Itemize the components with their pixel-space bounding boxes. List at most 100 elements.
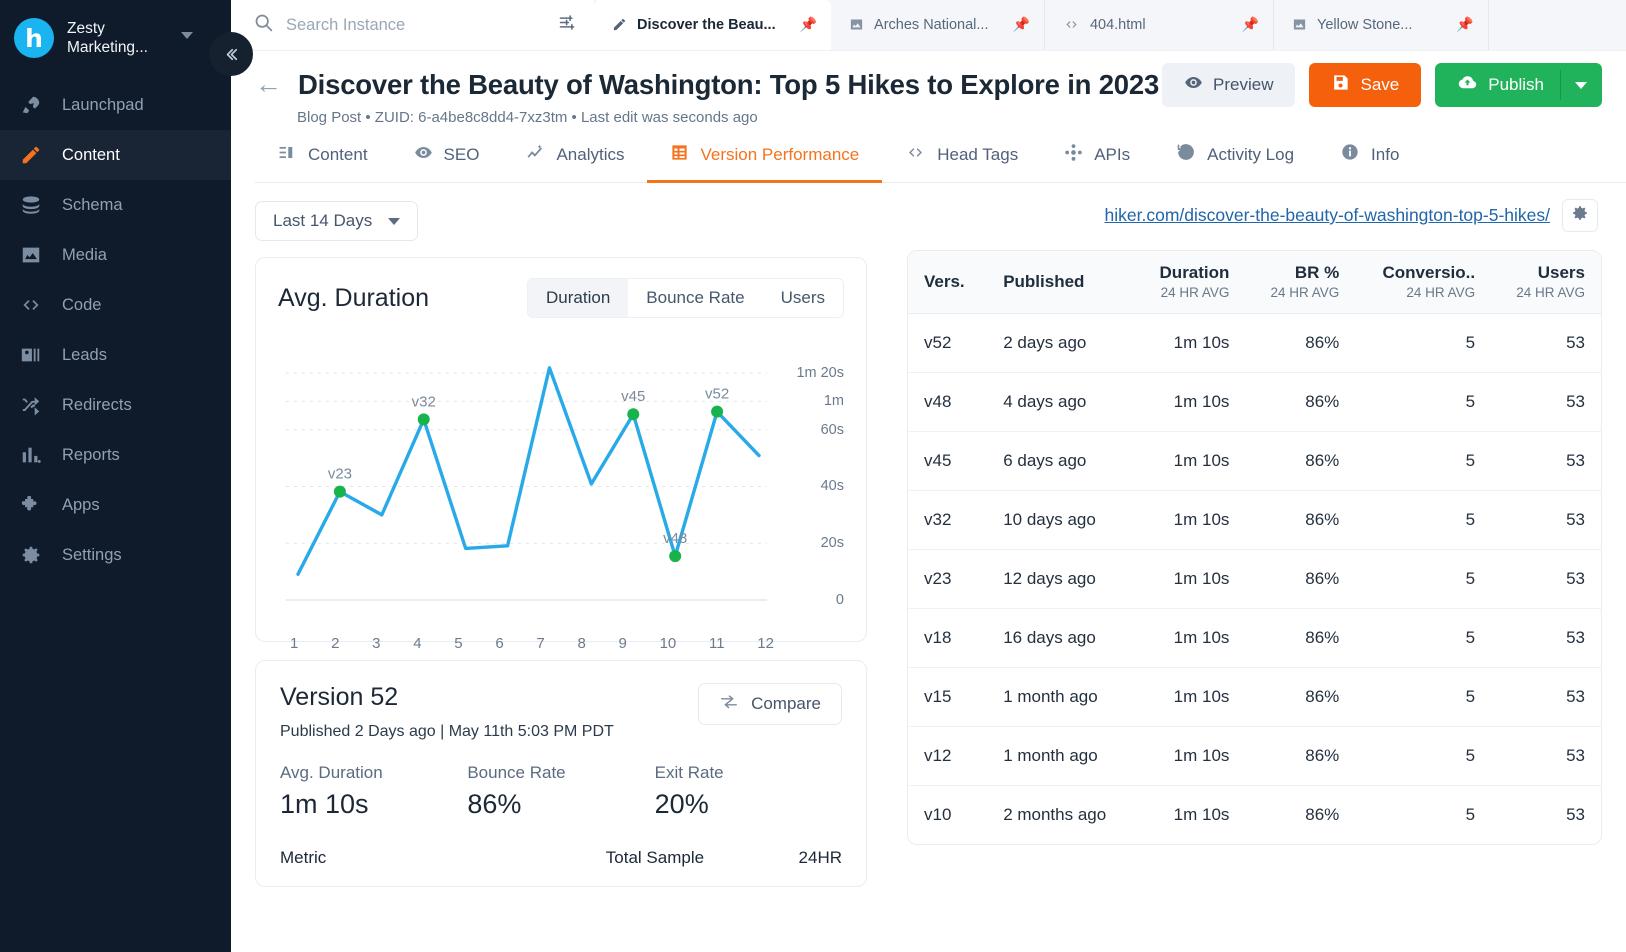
- chart-version-marker[interactable]: [417, 413, 430, 426]
- tab-apis[interactable]: APIs: [1041, 143, 1153, 182]
- table-cell: 2 days ago: [987, 313, 1135, 373]
- chevron-down-icon[interactable]: [181, 32, 193, 39]
- table-cell: 1m 10s: [1134, 490, 1246, 550]
- sidebar-item-reports[interactable]: Reports: [0, 430, 231, 480]
- tab-label: Info: [1371, 144, 1400, 164]
- table-cell: 53: [1491, 372, 1601, 432]
- sidebar-item-launchpad[interactable]: Launchpad: [0, 80, 231, 130]
- gear-icon: [1571, 204, 1589, 227]
- date-range-select[interactable]: Last 14 Days: [255, 201, 419, 241]
- sidebar-item-apps[interactable]: Apps: [0, 480, 231, 530]
- metric-toggle-bounce-rate[interactable]: Bounce Rate: [628, 279, 762, 317]
- sidebar-item-label: Content: [62, 145, 120, 164]
- grid-icon: [670, 143, 689, 167]
- pin-icon[interactable]: 📌: [800, 16, 817, 33]
- sidebar-item-settings[interactable]: Settings: [0, 530, 231, 580]
- save-button[interactable]: Save: [1309, 63, 1422, 107]
- table-cell: 6 days ago: [987, 431, 1135, 491]
- sidebar-item-schema[interactable]: Schema: [0, 180, 231, 230]
- table-header-cell[interactable]: BR % 24 HR AVG: [1245, 251, 1356, 314]
- chart-y-tick-label: 0: [835, 592, 844, 608]
- version-published: Published 2 Days ago | May 11th 5:03 PM …: [280, 723, 614, 740]
- pencil-icon: [612, 17, 627, 32]
- table-cell: v10: [908, 785, 988, 844]
- table-header-cell[interactable]: Users 24 HR AVG: [1491, 251, 1601, 314]
- back-arrow-icon[interactable]: ←: [255, 70, 282, 98]
- chart-version-marker[interactable]: [627, 408, 640, 421]
- chart-version-marker[interactable]: [711, 405, 724, 418]
- save-disk-icon: [1331, 73, 1350, 97]
- tab-label: Content: [308, 144, 368, 164]
- chart-x-tick-label: 12: [757, 635, 774, 652]
- preview-button[interactable]: Preview: [1162, 63, 1296, 107]
- chart-version-label: v48: [663, 530, 687, 547]
- tab-version-performance[interactable]: Version Performance: [647, 143, 882, 183]
- metric-toggle-duration[interactable]: Duration: [528, 279, 629, 317]
- version-stats: Avg. Duration 1m 10s Bounce Rate 86% Exi…: [280, 763, 842, 820]
- table-row[interactable]: v12 1 month ago 1m 10s 86% 5 53: [908, 726, 1601, 786]
- browser-tab-arches[interactable]: Arches National... 📌: [831, 0, 1045, 50]
- table-row[interactable]: v52 2 days ago 1m 10s 86% 5 53: [908, 313, 1601, 373]
- browser-tab-yellowstone[interactable]: Yellow Stone... 📌: [1274, 0, 1489, 50]
- stat-avg-duration: Avg. Duration 1m 10s: [280, 763, 467, 820]
- table-cell: 1 month ago: [987, 726, 1135, 786]
- sidebar-item-code[interactable]: Code: [0, 280, 231, 330]
- table-row[interactable]: v18 16 days ago 1m 10s 86% 5 53: [908, 608, 1601, 668]
- table-header-cell[interactable]: Duration 24 HR AVG: [1134, 251, 1246, 314]
- table-row[interactable]: v45 6 days ago 1m 10s 86% 5 53: [908, 431, 1601, 491]
- tab-head-tags[interactable]: Head Tags: [882, 143, 1041, 182]
- search-input[interactable]: [286, 15, 545, 35]
- table-cell: v32: [908, 490, 988, 550]
- tab-content[interactable]: Content: [255, 143, 391, 182]
- pin-icon[interactable]: 📌: [1013, 16, 1030, 33]
- page-url-link[interactable]: hiker.com/discover-the-beauty-of-washing…: [1105, 205, 1550, 226]
- table-row[interactable]: v48 4 days ago 1m 10s 86% 5 53: [908, 372, 1601, 432]
- table-cell: 53: [1491, 726, 1601, 786]
- browser-tab-label: Arches National...: [874, 16, 989, 33]
- rocket-icon: [18, 92, 44, 118]
- tab-analytics[interactable]: Analytics: [502, 142, 647, 182]
- table-header-cell[interactable]: Vers.: [908, 251, 988, 314]
- chart-version-marker[interactable]: [333, 485, 346, 498]
- compare-button[interactable]: Compare: [698, 683, 842, 725]
- sidebar-item-redirects[interactable]: Redirects: [0, 380, 231, 430]
- chart-x-tick-label: 4: [413, 635, 422, 652]
- sidebar-collapse-button[interactable]: [209, 32, 253, 76]
- table-cell: 86%: [1245, 785, 1356, 844]
- table-header-cell[interactable]: Published: [987, 251, 1135, 314]
- sidebar-item-content[interactable]: Content: [0, 130, 231, 180]
- sidebar-item-media[interactable]: Media: [0, 230, 231, 280]
- tab-activity-log[interactable]: Activity Log: [1153, 142, 1317, 182]
- table-row[interactable]: v32 10 days ago 1m 10s 86% 5 53: [908, 490, 1601, 550]
- content-area: Last 14 Days Avg. Duration Duration Boun…: [231, 183, 1626, 952]
- metric-col-total-sample: Total Sample: [605, 848, 705, 867]
- chart-version-marker[interactable]: [669, 550, 682, 563]
- table-header-cell[interactable]: Conversio.. 24 HR AVG: [1355, 251, 1492, 314]
- table-row[interactable]: v15 1 month ago 1m 10s 86% 5 53: [908, 667, 1601, 727]
- metric-toggle-users[interactable]: Users: [763, 279, 843, 317]
- pin-icon[interactable]: 📌: [1242, 16, 1259, 33]
- chart-x-tick-label: 11: [708, 635, 725, 652]
- table-cell: 1m 10s: [1134, 608, 1246, 668]
- table-cell: 53: [1491, 608, 1601, 668]
- table-row[interactable]: v23 12 days ago 1m 10s 86% 5 53: [908, 549, 1601, 609]
- table-row[interactable]: v10 2 months ago 1m 10s 86% 5 53: [908, 785, 1601, 844]
- metric-toggle-group: Duration Bounce Rate Users: [527, 278, 844, 318]
- browser-tab-404[interactable]: 404.html 📌: [1045, 0, 1274, 50]
- tab-seo[interactable]: SEO: [391, 143, 503, 182]
- table-cell: 53: [1491, 313, 1601, 373]
- brand-switcher[interactable]: h Zesty Marketing...: [0, 10, 231, 72]
- url-settings-button[interactable]: [1562, 199, 1598, 232]
- filter-settings-icon[interactable]: [557, 12, 578, 38]
- sidebar-item-leads[interactable]: Leads: [0, 330, 231, 380]
- puzzle-icon: [18, 492, 44, 518]
- browser-tab-active[interactable]: Discover the Beau... 📌: [594, 0, 832, 50]
- publish-button[interactable]: Publish: [1435, 63, 1560, 107]
- sidebar-item-label: Reports: [62, 445, 120, 464]
- pin-icon[interactable]: 📌: [1456, 16, 1473, 33]
- tab-info[interactable]: Info: [1317, 142, 1422, 182]
- table-header-row: Vers. Published Duration 24 HR AVG BR % 24 HR…: [908, 251, 1601, 314]
- sidebar: h Zesty Marketing... Launchpad Content S…: [0, 0, 231, 952]
- publish-dropdown-icon[interactable]: [1560, 63, 1602, 107]
- table-cell: 1m 10s: [1134, 726, 1246, 786]
